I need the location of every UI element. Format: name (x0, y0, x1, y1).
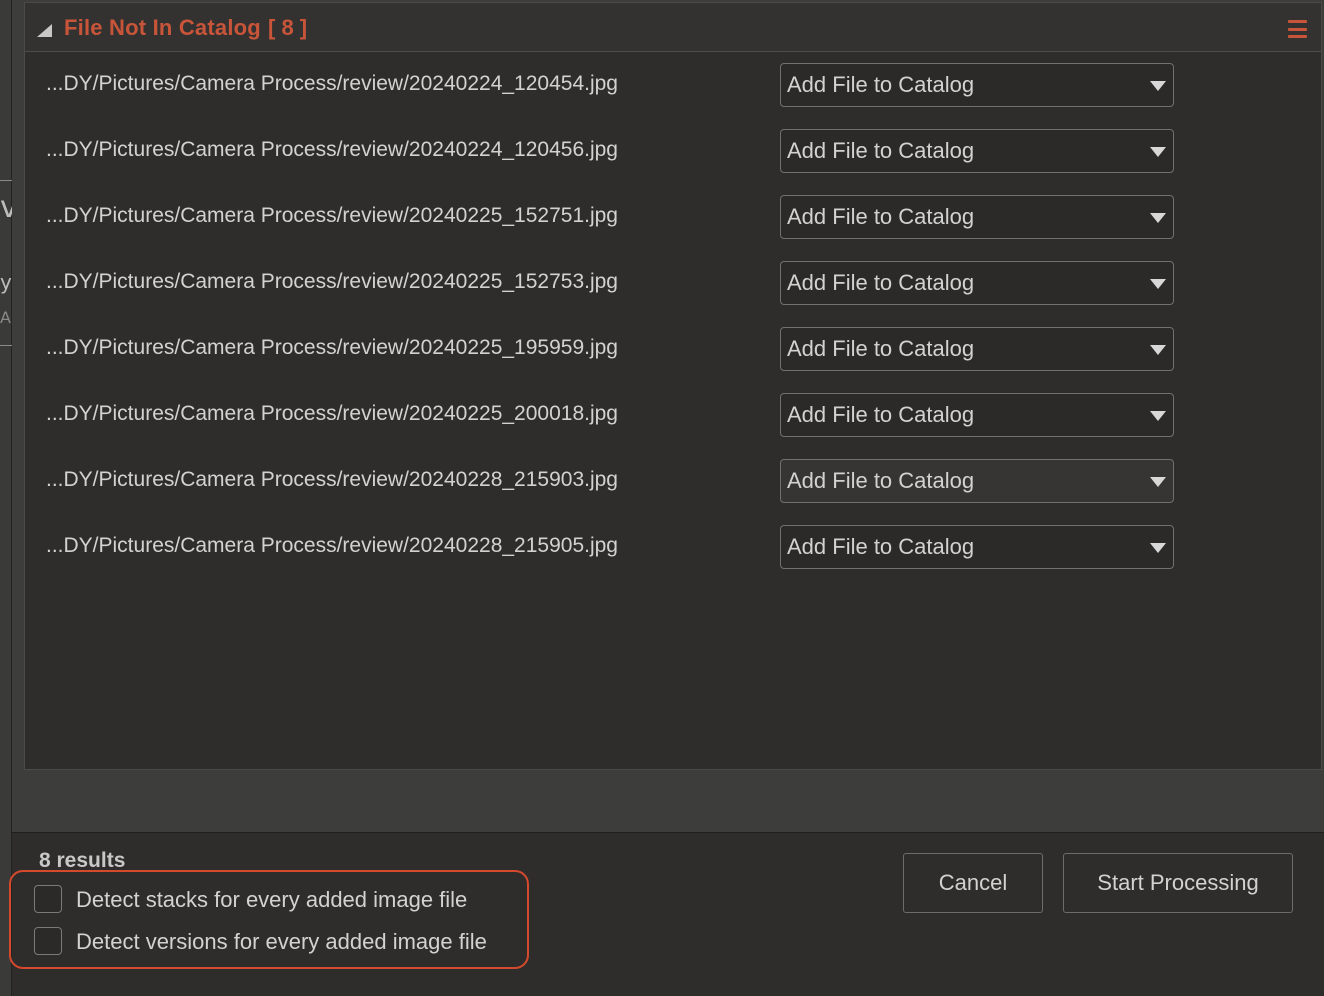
file-path: ...DY/Pictures/Camera Process/review/202… (46, 72, 618, 95)
panel-count: [ 8 ] (268, 15, 308, 40)
collapse-triangle-icon[interactable] (37, 24, 52, 37)
action-dropdown[interactable]: Add File to Catalog (780, 129, 1174, 173)
chevron-down-icon (1150, 543, 1166, 553)
file-path: ...DY/Pictures/Camera Process/review/202… (46, 468, 618, 491)
detect-versions-label[interactable]: Detect versions for every added image fi… (76, 929, 487, 955)
list-item: ...DY/Pictures/Camera Process/review/202… (25, 459, 1321, 503)
detect-versions-checkbox[interactable] (34, 927, 62, 955)
action-dropdown[interactable]: Add File to Catalog (780, 261, 1174, 305)
action-dropdown[interactable]: Add File to Catalog (780, 459, 1174, 503)
file-path: ...DY/Pictures/Camera Process/review/202… (46, 336, 618, 359)
list-item: ...DY/Pictures/Camera Process/review/202… (25, 393, 1321, 437)
file-path: ...DY/Pictures/Camera Process/review/202… (46, 204, 618, 227)
file-path: ...DY/Pictures/Camera Process/review/202… (46, 402, 618, 425)
action-dropdown-value: Add File to Catalog (787, 270, 975, 295)
start-processing-button[interactable]: Start Processing (1063, 853, 1293, 913)
background-window-edge: vi y A (0, 0, 26, 996)
action-dropdown[interactable]: Add File to Catalog (780, 393, 1174, 437)
action-dropdown-value: Add File to Catalog (787, 336, 975, 361)
list-item: ...DY/Pictures/Camera Process/review/202… (25, 63, 1321, 107)
dialog-footer: 8 results Detect stacks for every added … (9, 832, 1324, 996)
chevron-down-icon (1150, 147, 1166, 157)
cancel-button[interactable]: Cancel (903, 853, 1043, 913)
panel-title: File Not In Catalog (64, 15, 261, 40)
action-dropdown-value: Add File to Catalog (787, 468, 975, 493)
background-text-fragment: y (0, 270, 12, 294)
chevron-down-icon (1150, 279, 1166, 289)
file-not-in-catalog-panel: File Not In Catalog [ 8 ] ...DY/Pictures… (24, 2, 1322, 770)
action-dropdown[interactable]: Add File to Catalog (780, 327, 1174, 371)
action-dropdown-value: Add File to Catalog (787, 402, 975, 427)
chevron-down-icon (1150, 81, 1166, 91)
file-path: ...DY/Pictures/Camera Process/review/202… (46, 270, 618, 293)
list-item: ...DY/Pictures/Camera Process/review/202… (25, 327, 1321, 371)
list-item: ...DY/Pictures/Camera Process/review/202… (25, 129, 1321, 173)
action-dropdown[interactable]: Add File to Catalog (780, 195, 1174, 239)
panel-header[interactable]: File Not In Catalog [ 8 ] (25, 3, 1321, 52)
chevron-down-icon (1150, 213, 1166, 223)
action-dropdown-value: Add File to Catalog (787, 138, 975, 163)
chevron-down-icon (1150, 477, 1166, 487)
action-dropdown-value: Add File to Catalog (787, 72, 975, 97)
background-divider (0, 345, 12, 346)
detect-stacks-checkbox[interactable] (34, 885, 62, 913)
file-path: ...DY/Pictures/Camera Process/review/202… (46, 534, 618, 557)
detect-stacks-label[interactable]: Detect stacks for every added image file (76, 887, 467, 913)
list-item: ...DY/Pictures/Camera Process/review/202… (25, 195, 1321, 239)
list-item: ...DY/Pictures/Camera Process/review/202… (25, 261, 1321, 305)
file-path: ...DY/Pictures/Camera Process/review/202… (46, 138, 618, 161)
dialog: File Not In Catalog [ 8 ] ...DY/Pictures… (9, 0, 1324, 996)
action-dropdown-value: Add File to Catalog (787, 204, 975, 229)
action-dropdown[interactable]: Add File to Catalog (780, 63, 1174, 107)
background-divider (0, 180, 12, 181)
list-item: ...DY/Pictures/Camera Process/review/202… (25, 525, 1321, 569)
chevron-down-icon (1150, 345, 1166, 355)
chevron-down-icon (1150, 411, 1166, 421)
background-text-fragment: A (0, 308, 11, 327)
action-dropdown-value: Add File to Catalog (787, 534, 975, 559)
action-dropdown[interactable]: Add File to Catalog (780, 525, 1174, 569)
hamburger-menu-icon[interactable] (1288, 20, 1307, 38)
